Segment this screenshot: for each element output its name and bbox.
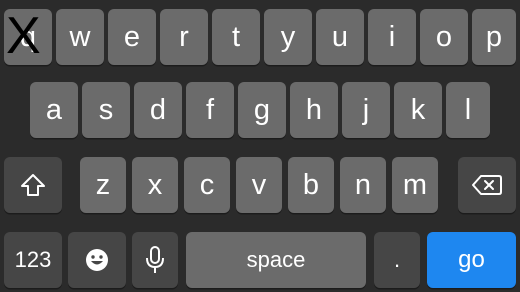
key-label: c xyxy=(199,168,215,201)
key-v[interactable]: v xyxy=(236,157,282,213)
key-label: r xyxy=(179,20,189,53)
key-label: w xyxy=(69,20,91,53)
key-b[interactable]: b xyxy=(288,157,334,213)
key-g[interactable]: g xyxy=(238,82,286,138)
key-label: e xyxy=(123,20,141,53)
key-i[interactable]: i xyxy=(368,9,416,65)
keyboard: q w e r t y u i o p a s d f g h j k l z … xyxy=(0,0,520,292)
key-w[interactable]: w xyxy=(56,9,104,65)
key-label: g xyxy=(253,93,271,126)
key-s[interactable]: s xyxy=(82,82,130,138)
shift-icon xyxy=(20,173,46,197)
key-label: k xyxy=(410,93,426,126)
key-o[interactable]: o xyxy=(420,9,468,65)
key-label: n xyxy=(354,168,372,201)
key-j[interactable]: j xyxy=(342,82,390,138)
key-label: b xyxy=(302,168,320,201)
key-label: o xyxy=(435,20,453,53)
key-y[interactable]: y xyxy=(264,9,312,65)
key-h[interactable]: h xyxy=(290,82,338,138)
key-label: p xyxy=(485,20,503,53)
microphone-icon xyxy=(145,245,165,275)
key-c[interactable]: c xyxy=(184,157,230,213)
key-k[interactable]: k xyxy=(394,82,442,138)
key-label: a xyxy=(45,93,63,126)
key-label: . xyxy=(393,247,401,272)
key-label: f xyxy=(205,93,215,126)
key-a[interactable]: a xyxy=(30,82,78,138)
period-key[interactable]: . xyxy=(374,232,420,288)
space-key[interactable]: space xyxy=(186,232,366,288)
key-label: z xyxy=(95,168,111,201)
key-l[interactable]: l xyxy=(446,82,490,138)
key-f[interactable]: f xyxy=(186,82,234,138)
key-label: space xyxy=(246,247,306,272)
key-label: t xyxy=(231,20,241,53)
emoji-icon xyxy=(84,247,110,273)
key-label: q xyxy=(19,20,37,53)
key-label: 123 xyxy=(14,247,52,272)
go-button[interactable]: go xyxy=(427,232,516,288)
key-u[interactable]: u xyxy=(316,9,364,65)
key-label: d xyxy=(149,93,167,126)
backspace-icon xyxy=(472,174,502,196)
key-label: y xyxy=(280,20,296,53)
key-p[interactable]: p xyxy=(472,9,516,65)
key-x[interactable]: x xyxy=(132,157,178,213)
key-t[interactable]: t xyxy=(212,9,260,65)
key-e[interactable]: e xyxy=(108,9,156,65)
key-label: l xyxy=(464,93,472,126)
dictation-key[interactable] xyxy=(132,232,178,288)
shift-key[interactable] xyxy=(4,157,62,213)
numbers-key[interactable]: 123 xyxy=(4,232,62,288)
key-d[interactable]: d xyxy=(134,82,182,138)
emoji-key[interactable] xyxy=(68,232,126,288)
key-q[interactable]: q xyxy=(4,9,52,65)
key-label: s xyxy=(98,93,114,126)
key-label: m xyxy=(402,168,428,201)
key-z[interactable]: z xyxy=(80,157,126,213)
backspace-key[interactable] xyxy=(458,157,516,213)
key-label: x xyxy=(147,168,163,201)
key-r[interactable]: r xyxy=(160,9,208,65)
key-label: go xyxy=(458,246,485,273)
key-label: i xyxy=(388,20,396,53)
key-n[interactable]: n xyxy=(340,157,386,213)
key-label: h xyxy=(305,93,323,126)
key-m[interactable]: m xyxy=(392,157,438,213)
key-label: j xyxy=(362,93,370,126)
key-label: u xyxy=(331,20,349,53)
key-label: v xyxy=(251,168,267,201)
